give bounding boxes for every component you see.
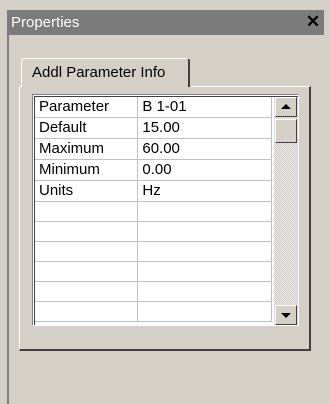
property-grid: Parameter B 1-01 Default 15.00 Maximum 60.00 M… <box>32 94 299 326</box>
property-name-cell[interactable]: Default <box>35 117 139 139</box>
property-name-cell[interactable]: Units <box>35 180 139 202</box>
vertical-scrollbar[interactable] <box>274 97 298 325</box>
table-row[interactable]: Parameter B 1-01 <box>35 97 272 118</box>
table-row[interactable] <box>35 301 272 322</box>
table-row[interactable]: Minimum 0.00 <box>35 159 272 181</box>
property-value-cell[interactable] <box>137 241 272 262</box>
table-row[interactable]: Default 15.00 <box>35 117 272 139</box>
tab-label: Addl Parameter Info <box>32 64 166 81</box>
property-value-cell[interactable] <box>137 301 272 322</box>
scroll-up-arrow-icon <box>281 104 291 109</box>
property-name-cell[interactable]: Maximum <box>35 138 139 160</box>
scroll-down-arrow-icon <box>281 313 291 318</box>
property-name-cell[interactable] <box>35 281 139 302</box>
property-name-cell[interactable]: Parameter <box>35 97 139 118</box>
property-name-cell[interactable]: Minimum <box>35 159 139 181</box>
tab-addl-parameter-info[interactable]: Addl Parameter Info <box>21 58 190 87</box>
property-value-cell[interactable] <box>137 201 272 222</box>
property-name-cell[interactable] <box>35 221 139 242</box>
property-name-cell[interactable] <box>35 261 139 282</box>
scroll-down-button[interactable] <box>275 305 297 325</box>
window-title: Properties <box>11 14 80 31</box>
table-row[interactable] <box>35 281 272 302</box>
window-left-edge <box>7 35 9 404</box>
property-value-cell[interactable] <box>137 221 272 242</box>
table-row[interactable]: Units Hz <box>35 180 272 202</box>
property-grid-inner: Parameter B 1-01 Default 15.00 Maximum 60.00 M… <box>34 96 298 325</box>
property-value-cell[interactable] <box>137 261 272 282</box>
property-value-cell[interactable]: Hz <box>137 180 272 202</box>
property-value-cell[interactable]: B 1-01 <box>137 97 272 118</box>
title-bar[interactable]: Properties ✕ <box>7 10 324 35</box>
property-value-cell[interactable]: 60.00 <box>137 138 272 160</box>
table-row[interactable] <box>35 241 272 262</box>
table-row[interactable] <box>35 221 272 242</box>
property-value-cell[interactable]: 0.00 <box>137 159 272 181</box>
close-icon[interactable]: ✕ <box>304 12 322 32</box>
table-row[interactable] <box>35 261 272 282</box>
property-name-cell[interactable] <box>35 301 139 322</box>
table-row[interactable]: Maximum 60.00 <box>35 138 272 160</box>
scroll-thumb[interactable] <box>275 119 297 143</box>
property-value-cell[interactable] <box>137 281 272 302</box>
properties-window: Properties ✕ Addl Parameter Info Paramet… <box>0 0 329 404</box>
property-name-cell[interactable] <box>35 201 139 222</box>
property-name-cell[interactable] <box>35 241 139 262</box>
table-row[interactable] <box>35 201 272 222</box>
property-table: Parameter B 1-01 Default 15.00 Maximum 60.00 M… <box>35 97 272 322</box>
scroll-up-button[interactable] <box>275 97 297 117</box>
property-value-cell[interactable]: 15.00 <box>137 117 272 139</box>
